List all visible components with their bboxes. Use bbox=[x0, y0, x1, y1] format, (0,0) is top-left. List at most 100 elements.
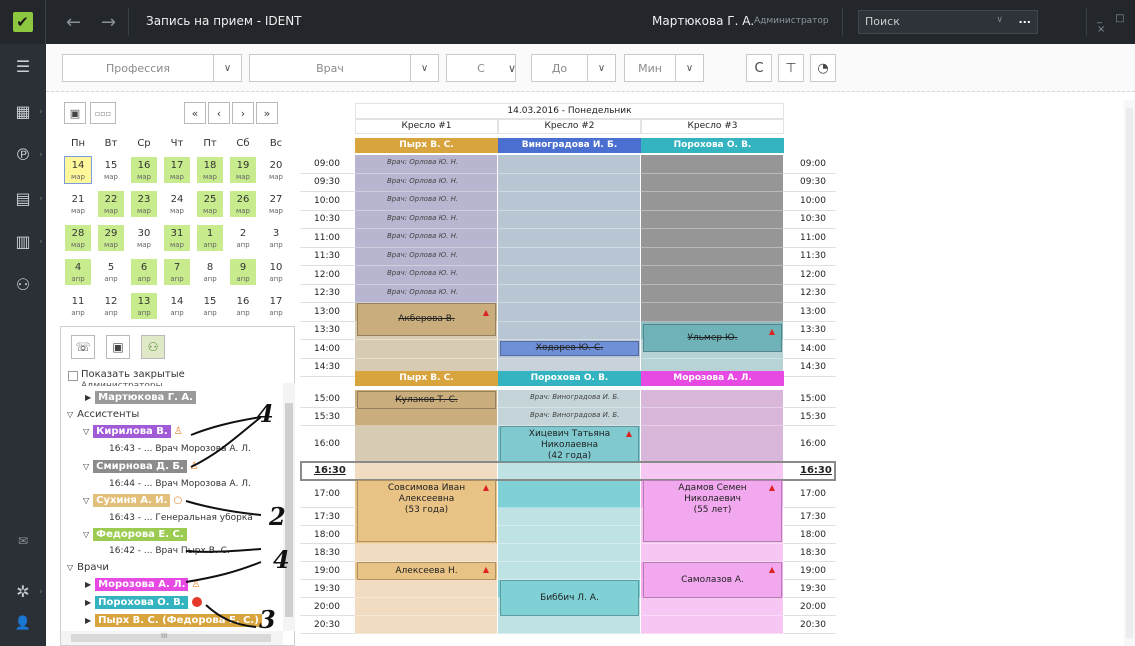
schedule-slot[interactable] bbox=[498, 544, 641, 562]
schedule-slot[interactable] bbox=[641, 544, 784, 562]
schedule-slot[interactable] bbox=[355, 544, 498, 562]
next-month-button[interactable]: » bbox=[256, 102, 278, 124]
appt-akberova[interactable]: Акберова В. ▲ bbox=[357, 303, 496, 336]
calendar-day[interactable]: 30 мар bbox=[130, 224, 158, 252]
schedule-slot[interactable]: Врач: Орлова Ю. Н. bbox=[355, 266, 498, 285]
calendar-day[interactable]: 7 апр bbox=[163, 258, 191, 286]
schedule-slot[interactable]: Врач: Орлова Ю. Н. bbox=[355, 173, 498, 192]
today-button[interactable]: ▣ bbox=[64, 102, 86, 124]
calendar-day[interactable]: 20 мар bbox=[262, 156, 290, 184]
calendar-day[interactable]: 23 мар bbox=[130, 190, 158, 218]
appt-adamov[interactable]: Адамов Семен Николаевич (55 лет) ▲ bbox=[643, 480, 782, 542]
appt-sosimova[interactable]: Совсимова Иван Алексеевна (53 года) ▲ bbox=[357, 480, 496, 542]
profession-select[interactable]: Профессия ∨ bbox=[62, 54, 242, 82]
schedule-slot[interactable] bbox=[641, 284, 784, 303]
schedule-slot[interactable] bbox=[498, 210, 641, 229]
calendar-day[interactable]: 6 апр bbox=[130, 258, 158, 286]
doctor-header-bottom[interactable]: Порохова О. В. bbox=[498, 371, 641, 386]
appt-hitsevich[interactable]: Хицевич Татьяна Николаевна (42 года) ▲ bbox=[500, 426, 639, 462]
forward-arrow-icon[interactable]: → bbox=[101, 12, 116, 33]
schedule-slot[interactable] bbox=[355, 598, 498, 616]
refresh-button[interactable]: C bbox=[746, 54, 772, 82]
schedule-slot[interactable] bbox=[641, 598, 784, 616]
calendar-day[interactable]: 22 мар bbox=[97, 190, 125, 218]
doctor-header-vinogradova[interactable]: Виноградова И. Б. bbox=[498, 138, 641, 153]
schedule-slot[interactable] bbox=[498, 229, 641, 248]
schedule-slot[interactable] bbox=[498, 266, 641, 285]
list-icon[interactable]: ☰ bbox=[11, 56, 35, 78]
calendar-day[interactable]: 28 мар bbox=[64, 224, 92, 252]
schedule-slot[interactable] bbox=[498, 321, 641, 340]
next-week-button[interactable]: › bbox=[232, 102, 254, 124]
scroll-thumb[interactable] bbox=[1126, 108, 1133, 638]
app-logo[interactable]: ✔ bbox=[0, 0, 46, 44]
back-arrow-icon[interactable]: ← bbox=[66, 12, 81, 33]
calendar-day[interactable]: 14 мар bbox=[64, 156, 92, 184]
search-more-button[interactable]: ... bbox=[1018, 13, 1031, 26]
calendar-day[interactable]: 19 мар bbox=[229, 156, 257, 184]
appt-ulmer[interactable]: Ульмер Ю. ▲ bbox=[643, 323, 782, 352]
doctor-header-bottom[interactable]: Пырх В. С. bbox=[355, 371, 498, 386]
prev-month-button[interactable]: « bbox=[184, 102, 206, 124]
schedule-slot[interactable]: Врач: Виноградова И. Б. bbox=[498, 390, 641, 408]
schedule-slot[interactable] bbox=[641, 229, 784, 248]
calendar-day[interactable]: 24 мар bbox=[163, 190, 191, 218]
calendar-day[interactable]: 31 мар bbox=[163, 224, 191, 252]
schedule-slot[interactable] bbox=[498, 247, 641, 266]
calendar-day[interactable]: 27 мар bbox=[262, 190, 290, 218]
calendar-day[interactable]: 4 апр bbox=[64, 258, 92, 286]
calendar-icon[interactable]: ▦ › bbox=[11, 101, 42, 123]
calendar-day[interactable]: 10 апр bbox=[262, 258, 290, 286]
schedule-slot[interactable]: Врач: Орлова Ю. Н. bbox=[355, 210, 498, 229]
appt-holdarev[interactable]: Ходарев Ю. С. bbox=[500, 341, 639, 356]
schedule-slot[interactable] bbox=[498, 508, 641, 526]
calendar-day[interactable]: 25 мар bbox=[196, 190, 224, 218]
mail-icon[interactable]: ✉ bbox=[11, 530, 35, 552]
calendar-day[interactable]: 26 мар bbox=[229, 190, 257, 218]
calendar-day[interactable]: 8 апр bbox=[196, 258, 224, 286]
gear-icon[interactable]: ✲ › bbox=[11, 581, 42, 603]
appt-samolazov[interactable]: Самолазов А. ▲ bbox=[643, 562, 782, 598]
schedule-slot[interactable] bbox=[641, 192, 784, 211]
schedule-slot[interactable] bbox=[355, 462, 498, 480]
clear-filter-button[interactable]: ⊤ bbox=[778, 54, 804, 82]
doctor-header-pyrh[interactable]: Пырх В. С. bbox=[355, 138, 498, 153]
schedule-slot[interactable] bbox=[641, 210, 784, 229]
doctor-header-bottom[interactable]: Морозова А. Л. bbox=[641, 371, 784, 386]
schedule-slot[interactable] bbox=[498, 192, 641, 211]
schedule-slot[interactable] bbox=[641, 408, 784, 426]
calendar-day[interactable]: 15 мар bbox=[97, 156, 125, 184]
schedule-slot[interactable] bbox=[498, 173, 641, 192]
schedule-slot[interactable] bbox=[498, 526, 641, 544]
calendar-day[interactable]: 1 апр bbox=[196, 224, 224, 252]
user-icon[interactable]: 👤 bbox=[11, 613, 35, 635]
search-input[interactable]: Поиск ∨ ... bbox=[858, 10, 1038, 34]
schedule-slot[interactable]: Врач: Орлова Ю. Н. bbox=[355, 284, 498, 303]
schedule-slot[interactable] bbox=[355, 580, 498, 598]
prev-week-button[interactable]: ‹ bbox=[208, 102, 230, 124]
appt-alekseeva[interactable]: Алексеева Н. ▲ bbox=[357, 562, 496, 580]
schedule-slot[interactable] bbox=[355, 408, 498, 426]
calendar-day[interactable]: 9 апр bbox=[229, 258, 257, 286]
time-from-chevron[interactable]: ∨ bbox=[497, 54, 527, 82]
appt-bibbich[interactable]: Биббич Л. А. bbox=[500, 580, 639, 616]
window-controls[interactable]: _ □ × bbox=[1097, 13, 1135, 35]
schedule-slot[interactable] bbox=[498, 480, 641, 508]
schedule-slot[interactable]: Врач: Орлова Ю. Н. bbox=[355, 247, 498, 266]
schedule-slot[interactable] bbox=[498, 284, 641, 303]
search-dropdown-icon[interactable]: ∨ bbox=[996, 15, 1003, 25]
calendar-day[interactable]: 17 апр bbox=[262, 292, 290, 320]
minutes-select[interactable]: Мин ∨ bbox=[624, 54, 704, 82]
schedule-slot[interactable] bbox=[641, 266, 784, 285]
current-user[interactable]: Мартюкова Г. А. bbox=[652, 14, 754, 28]
schedule-slot[interactable] bbox=[641, 155, 784, 174]
schedule-slot[interactable] bbox=[641, 247, 784, 266]
users-icon[interactable]: ⚇ bbox=[11, 274, 35, 296]
schedule-slot[interactable] bbox=[498, 303, 641, 322]
calendar-day[interactable]: 2 апр bbox=[229, 224, 257, 252]
schedule-slot[interactable] bbox=[498, 155, 641, 174]
schedule-slot[interactable]: Врач: Виноградова И. Б. bbox=[498, 408, 641, 426]
calendar-day[interactable]: 21 мар bbox=[64, 190, 92, 218]
schedule-slot[interactable] bbox=[641, 616, 784, 634]
calendar-day[interactable]: 13 апр bbox=[130, 292, 158, 320]
